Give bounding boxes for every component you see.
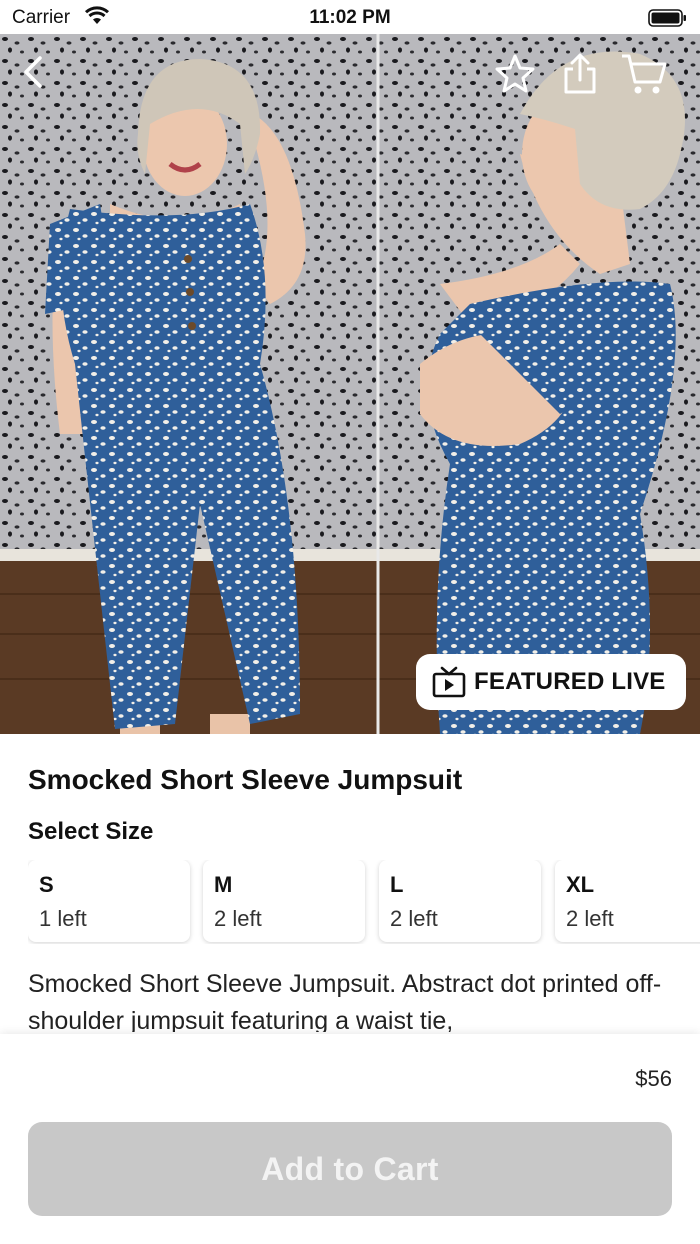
size-option-m[interactable]: M 2 left [203,860,365,942]
size-options: S 1 left M 2 left L 2 left XL 2 left [28,860,700,944]
select-size-label: Select Size [28,818,154,845]
size-code: S [39,872,54,897]
battery-icon [648,8,688,33]
share-button[interactable] [560,52,600,101]
product-photo [0,34,700,734]
product-image[interactable]: FEATURED LIVE [0,34,700,734]
add-to-cart-button[interactable]: Add to Cart [28,1122,672,1216]
product-description: Smocked Short Sleeve Jumpsuit. Abstract … [28,970,662,1032]
status-bar: Carrier 11:02 PM [0,0,700,34]
size-option-xl[interactable]: XL 2 left [555,860,700,942]
product-price: $56 [635,1066,672,1091]
product-details: Smocked Short Sleeve Jumpsuit Select Siz… [0,734,700,1034]
favorite-button[interactable] [494,52,536,99]
featured-live-label: FEATURED LIVE [474,668,666,695]
size-code: L [390,872,404,897]
size-stock: 1 left [39,906,87,931]
size-code: M [214,872,233,897]
size-option-l[interactable]: L 2 left [379,860,541,942]
size-stock: 2 left [214,906,262,931]
product-title: Smocked Short Sleeve Jumpsuit [28,764,463,795]
chevron-left-icon [24,56,42,88]
star-icon [495,54,535,93]
back-button[interactable] [18,52,48,97]
share-icon [564,53,596,94]
featured-live-badge[interactable]: FEATURED LIVE [416,654,686,710]
size-stock: 2 left [566,906,614,931]
size-stock: 2 left [390,906,438,931]
clock: 11:02 PM [309,7,391,28]
cart-button[interactable] [620,52,668,101]
tv-play-icon [432,666,466,698]
purchase-panel: $56 Add to Cart [0,1034,700,1244]
cart-icon [622,54,667,94]
size-code: XL [566,872,595,897]
size-option-s[interactable]: S 1 left [28,860,190,942]
